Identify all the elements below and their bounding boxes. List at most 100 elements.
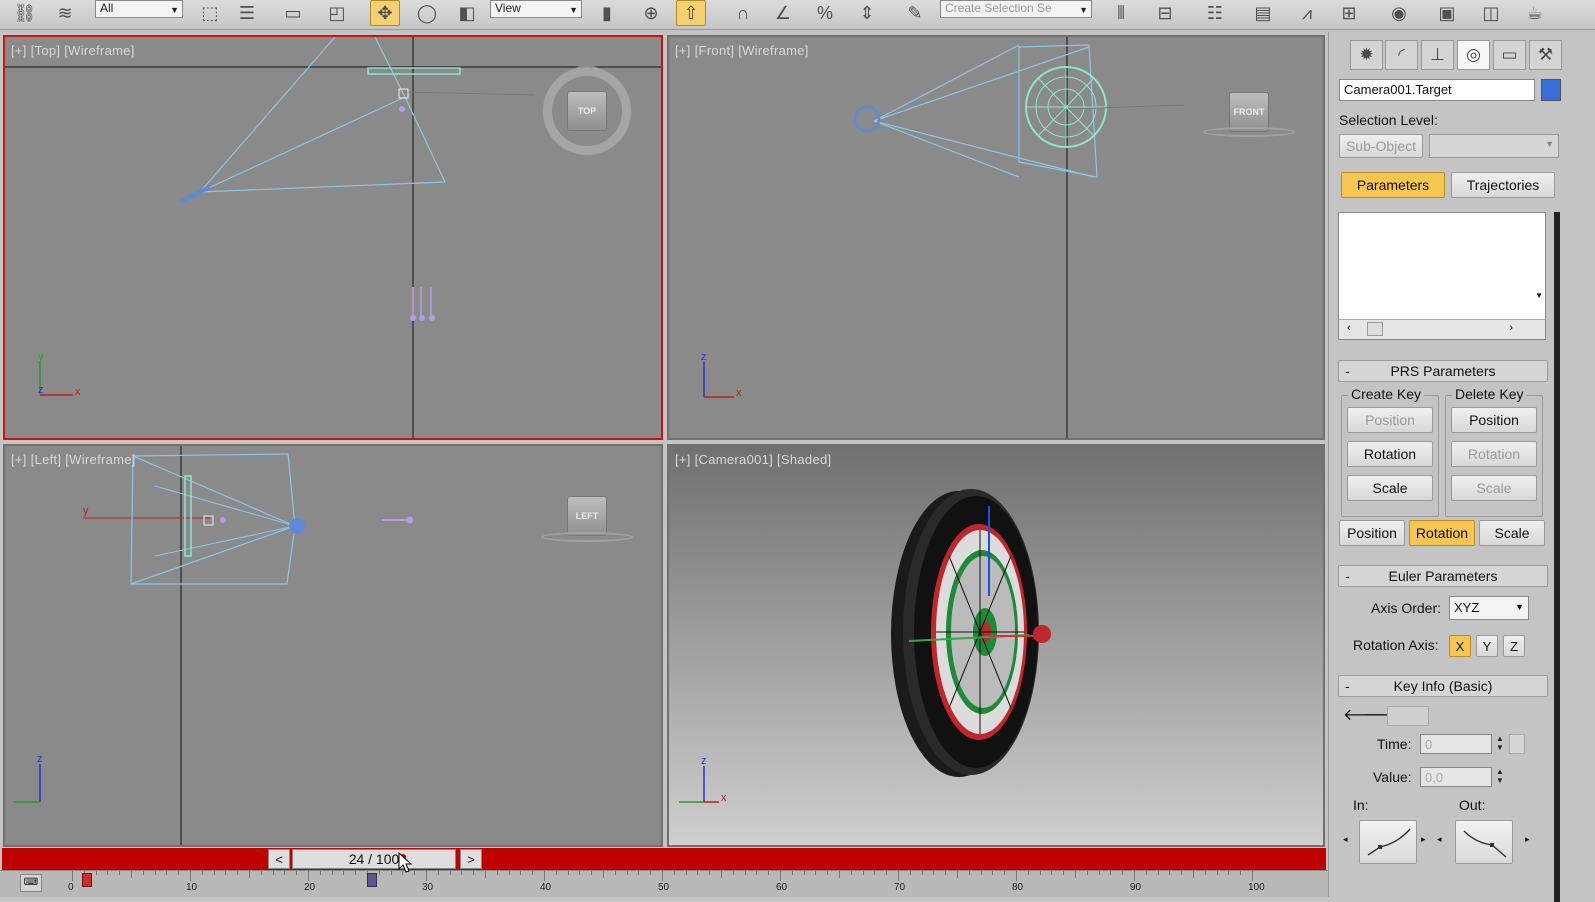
track-bar[interactable]: ⌨ 0 10 20 30 40 50 60 70 80 90 100	[0, 870, 1328, 897]
motion-tab-icon[interactable]: ◎	[1457, 40, 1490, 70]
out-prev-arrow-icon[interactable]: ◂	[1437, 834, 1442, 845]
select-object-icon[interactable]: ⬚	[195, 0, 225, 26]
render-production-icon[interactable]: ☕	[1520, 0, 1550, 26]
mirror-icon[interactable]: ⫴	[1106, 0, 1136, 26]
value-field[interactable]: 0,0	[1420, 767, 1492, 787]
keyboard-shortcut-override-icon[interactable]: ⇧	[676, 0, 706, 26]
percent-snap-icon[interactable]: %	[810, 0, 840, 26]
prev-frame-button[interactable]: <	[268, 849, 290, 869]
hierarchy-tab-icon[interactable]: ⊥	[1421, 40, 1454, 70]
curve-editor-icon[interactable]: ⩘	[1292, 0, 1322, 26]
current-frame-marker[interactable]	[367, 873, 377, 887]
rotation-axis-y-button[interactable]: Y	[1476, 635, 1498, 657]
axis-order-dropdown[interactable]: XYZ ▼	[1449, 596, 1529, 620]
bind-to-space-warp-icon[interactable]: ≋	[50, 0, 80, 26]
sub-object-dropdown[interactable]: ▼	[1429, 134, 1559, 158]
delete-position-key-button[interactable]: Position	[1451, 407, 1537, 433]
rect-selection-icon[interactable]: ▭	[278, 0, 308, 26]
delete-scale-key-button[interactable]: Scale	[1451, 475, 1537, 501]
create-position-key-button[interactable]: Position	[1347, 407, 1433, 433]
create-rotation-key-button[interactable]: Rotation	[1347, 441, 1433, 467]
in-next-arrow-icon[interactable]: ▸	[1421, 834, 1426, 845]
next-frame-button[interactable]: >	[460, 849, 482, 869]
material-editor-icon[interactable]: ◉	[1384, 0, 1414, 26]
collapse-icon[interactable]: -	[1345, 363, 1350, 379]
horizontal-scrollbar[interactable]: ‹ ›	[1339, 319, 1545, 339]
collapse-icon[interactable]: -	[1345, 568, 1350, 584]
snaps-toggle-icon[interactable]: ∩	[728, 0, 758, 26]
selection-filter-dropdown[interactable]: All ▼	[95, 0, 183, 18]
rotation-axis-x-button[interactable]: X	[1449, 635, 1471, 657]
viewport-front[interactable]: z x [+] [Front] [Wireframe] FRONT	[667, 35, 1325, 440]
spinner-snap-icon[interactable]: ⇕	[852, 0, 882, 26]
key-number-field[interactable]	[1387, 706, 1429, 726]
viewcube-compass[interactable]	[1203, 127, 1295, 137]
edit-named-selection-icon[interactable]: ✎	[900, 0, 930, 26]
schematic-view-icon[interactable]: ⊞	[1334, 0, 1364, 26]
controller-list[interactable]: ▼ ‹ ›	[1338, 212, 1546, 340]
viewcube[interactable]: LEFT	[567, 496, 607, 536]
mini-curve-editor-icon[interactable]: ⌨	[20, 874, 42, 892]
euler-parameters-rollout[interactable]: - Euler Parameters	[1338, 565, 1548, 587]
out-next-arrow-icon[interactable]: ▸	[1525, 834, 1530, 845]
panel-scrollbar[interactable]	[1554, 212, 1560, 902]
align-icon[interactable]: ⊟	[1150, 0, 1180, 26]
time-field[interactable]: 0	[1420, 734, 1492, 754]
render-setup-icon[interactable]: ▣	[1432, 0, 1462, 26]
viewport-label[interactable]: [+] [Camera001] [Shaded]	[675, 452, 831, 467]
create-tab-icon[interactable]: ✹	[1350, 40, 1383, 70]
use-pivot-center-icon[interactable]: ▮	[592, 0, 622, 26]
window-crossing-icon[interactable]: ◰	[322, 0, 352, 26]
key-info-rollout[interactable]: - Key Info (Basic)	[1338, 675, 1548, 697]
rotation-axis-z-button[interactable]: Z	[1503, 635, 1525, 657]
time-slider[interactable]: 24 / 100	[292, 849, 456, 869]
rotation-mode-button[interactable]: Rotation	[1409, 520, 1475, 546]
viewcube[interactable]: FRONT	[1229, 92, 1269, 132]
trajectories-tab[interactable]: Trajectories	[1451, 172, 1555, 198]
delete-rotation-key-button[interactable]: Rotation	[1451, 441, 1537, 467]
scale-mode-button[interactable]: Scale	[1479, 520, 1545, 546]
named-selection-dropdown[interactable]: Create Selection Se ▼	[940, 0, 1092, 18]
out-tangent-button[interactable]	[1455, 820, 1513, 864]
scroll-thumb[interactable]	[1367, 322, 1383, 336]
viewport-label[interactable]: [+] [Left] [Wireframe]	[11, 452, 136, 467]
select-and-manipulate-icon[interactable]: ⊕	[636, 0, 666, 26]
viewport-left[interactable]: y z [+] [Left] [Wireframe] LEFT	[3, 444, 663, 847]
create-scale-key-button[interactable]: Scale	[1347, 475, 1433, 501]
select-and-rotate-icon[interactable]: ◯	[412, 0, 442, 26]
reference-coordinate-dropdown[interactable]: View ▼	[490, 0, 582, 18]
keyframe-marker-0[interactable]	[82, 873, 92, 887]
viewcube[interactable]: TOP	[567, 91, 607, 131]
graphite-ribbon-icon[interactable]: ▤	[1248, 0, 1278, 26]
select-and-move-icon[interactable]: ✥	[370, 0, 400, 26]
scroll-down-icon[interactable]: ▼	[1535, 291, 1543, 300]
viewport-label[interactable]: [+] [Front] [Wireframe]	[675, 43, 809, 58]
select-and-scale-icon[interactable]: ◧	[452, 0, 482, 26]
viewport-camera[interactable]: z x [+] [Camera001] [Shaded]	[667, 444, 1325, 847]
time-lock-button[interactable]	[1509, 734, 1525, 754]
position-mode-button[interactable]: Position	[1339, 520, 1405, 546]
layer-manager-icon[interactable]: ☷	[1200, 0, 1230, 26]
angle-snap-icon[interactable]: ∠	[768, 0, 798, 26]
display-tab-icon[interactable]: ▭	[1493, 40, 1526, 70]
scroll-left-icon[interactable]: ‹	[1347, 322, 1351, 334]
utilities-tab-icon[interactable]: ⚒	[1529, 40, 1562, 70]
sub-object-button[interactable]: Sub-Object	[1339, 134, 1423, 158]
object-color-swatch[interactable]	[1541, 79, 1561, 101]
viewport-label[interactable]: [+] [Top] [Wireframe]	[11, 43, 135, 58]
modify-tab-icon[interactable]: ◜	[1385, 40, 1418, 70]
viewport-top[interactable]: y x z [+] [Top] [Wireframe] TOP	[3, 35, 663, 440]
object-name-field[interactable]: Camera001.Target	[1339, 79, 1535, 101]
value-spinner[interactable]: ▲ ▼	[1495, 767, 1505, 787]
viewcube-compass[interactable]	[541, 532, 633, 542]
select-by-name-icon[interactable]: ☰	[232, 0, 262, 26]
collapse-icon[interactable]: -	[1345, 678, 1350, 694]
prs-parameters-rollout[interactable]: - PRS Parameters	[1338, 360, 1548, 382]
time-spinner[interactable]: ▲ ▼	[1495, 734, 1505, 754]
in-tangent-button[interactable]	[1359, 820, 1417, 864]
rendered-frame-window-icon[interactable]: ◫	[1476, 0, 1506, 26]
parameters-tab[interactable]: Parameters	[1341, 172, 1445, 198]
select-and-link-icon[interactable]: ⛓	[10, 0, 40, 26]
scroll-right-icon[interactable]: ›	[1509, 322, 1513, 334]
in-prev-arrow-icon[interactable]: ◂	[1343, 834, 1348, 845]
